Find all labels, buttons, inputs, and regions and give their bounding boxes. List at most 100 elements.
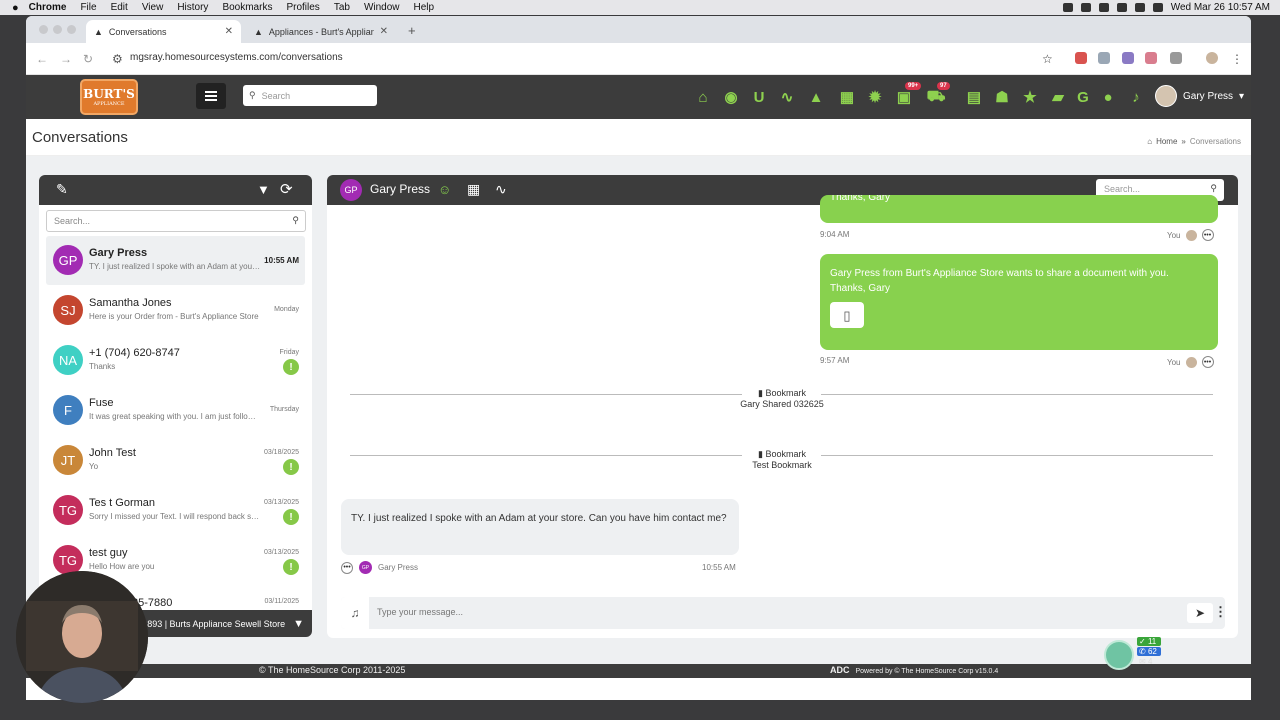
forward-icon[interactable]: → [60, 52, 72, 66]
google-icon[interactable]: G [1074, 88, 1092, 106]
contact-avatar: SJ [53, 295, 83, 325]
pdf-document-icon[interactable]: ▯ [830, 302, 864, 328]
menu-help[interactable]: Help [414, 2, 435, 13]
presenter-video-bubble[interactable] [16, 571, 148, 703]
browser-window: ▲ Conversations ✕ ▲ Appliances - Burt's … [26, 16, 1251, 700]
message-options-icon[interactable]: ••• [341, 561, 353, 574]
count-completed: ✓ 11 [1137, 637, 1161, 646]
url-field[interactable]: mgsray.homesourcesystems.com/conversatio… [130, 52, 343, 63]
bookmark-marker[interactable]: ▮ Bookmark Test Bookmark [732, 449, 832, 470]
chart-line-icon[interactable]: ∿ [778, 88, 796, 106]
sender-avatar [1185, 229, 1197, 241]
magnet-icon[interactable]: U [750, 88, 768, 106]
grid-icon[interactable]: ▦ [467, 181, 480, 198]
menu-profiles[interactable]: Profiles [286, 2, 319, 13]
logo-subtext: APPLIANCE [93, 101, 125, 107]
profile-avatar[interactable] [1206, 52, 1218, 64]
back-icon[interactable]: ← [36, 52, 48, 66]
microphone-icon[interactable]: ♫ [341, 597, 369, 629]
gear-icon[interactable]: ✹ [866, 88, 884, 106]
bookmark-label: Bookmark [765, 449, 806, 459]
status-icon[interactable] [1062, 3, 1073, 12]
menu-tab[interactable]: Tab [334, 2, 350, 13]
star-icon[interactable]: ★ [1021, 88, 1039, 106]
menu-view[interactable]: View [142, 2, 164, 13]
sender-name: Gary Press [378, 563, 419, 572]
status-icon[interactable] [1080, 3, 1091, 12]
apple-icon[interactable]: ● [12, 2, 19, 14]
conversation-search-input[interactable]: Search... ⚲ [46, 210, 306, 232]
message-preview: Thanks [89, 362, 116, 371]
message-options-icon[interactable]: ••• [1201, 356, 1214, 368]
extension-icon[interactable] [1145, 52, 1157, 64]
outgoing-message: Gary Press from Burt's Appliance Store w… [820, 254, 1218, 350]
conversation-item[interactable]: F Fuse It was great speaking with you. I… [46, 386, 305, 435]
message-sender-row: You ••• [1167, 229, 1214, 241]
menu-bookmarks[interactable]: Bookmarks [222, 2, 272, 13]
status-icon[interactable] [1098, 3, 1109, 12]
burts-logo[interactable]: BURT'S APPLIANCE [80, 79, 138, 115]
message-options-icon[interactable]: ••• [1201, 229, 1214, 241]
home-icon[interactable]: ⌂ [694, 88, 712, 106]
minimize-window-button[interactable] [53, 25, 62, 34]
close-tab-icon[interactable]: ✕ [225, 26, 233, 37]
users-icon[interactable]: ☗ [993, 88, 1011, 106]
more-options-icon[interactable]: ⋮ [1214, 604, 1227, 620]
extension-icon[interactable] [1122, 52, 1134, 64]
breadcrumb-home[interactable]: Home [1156, 137, 1177, 146]
chat-icon[interactable]: ● [1099, 88, 1117, 106]
sender-avatar: GP [359, 561, 372, 574]
bell-icon[interactable]: ♪ [1127, 88, 1145, 106]
extensions-puzzle-icon[interactable] [1170, 52, 1182, 64]
conversation-item[interactable]: JT John Test Yo 03/18/2025 ! [46, 436, 305, 485]
calculator-icon[interactable]: ▦ [838, 88, 856, 106]
menu-clock[interactable]: Wed Mar 26 10:57 AM [1171, 2, 1270, 13]
graduation-cap-icon[interactable]: ▲ [807, 88, 825, 106]
zoom-window-button[interactable] [67, 25, 76, 34]
menu-app[interactable]: Chrome [29, 2, 67, 13]
powered-by-text: Powered by © The HomeSource Corp v15.0.4 [855, 668, 999, 675]
menu-file[interactable]: File [80, 2, 96, 13]
contact-info-icon[interactable]: ☺ [438, 182, 451, 197]
extension-icon[interactable] [1098, 52, 1110, 64]
activity-icon[interactable]: ∿ [495, 181, 507, 198]
conversation-item[interactable]: SJ Samantha Jones Here is your Order fro… [46, 286, 305, 335]
timer-widget-icon[interactable] [1104, 640, 1134, 670]
conversation-item[interactable]: TG Tes t Gorman Sorry I missed your Text… [46, 486, 305, 535]
contact-name[interactable]: Gary Press [370, 182, 430, 196]
close-window-button[interactable] [39, 25, 48, 34]
message-preview: Yo [89, 462, 99, 471]
conversation-item[interactable]: GP Gary Press TY. I just realized I spok… [46, 236, 305, 285]
reload-icon[interactable]: ↻ [83, 52, 93, 66]
briefcase-icon[interactable]: ▤ [965, 88, 983, 106]
folder-icon[interactable]: ▰ [1049, 88, 1067, 106]
filter-icon[interactable]: ▼ [257, 182, 270, 197]
new-tab-button[interactable]: + [408, 23, 416, 38]
user-menu[interactable]: Gary Press ▾ [1155, 85, 1244, 107]
control-center-icon[interactable] [1152, 3, 1163, 12]
refresh-icon[interactable]: ⟳ [280, 180, 293, 198]
menu-toggle-button[interactable] [196, 83, 226, 109]
send-icon[interactable]: ➤ [1187, 603, 1213, 623]
tasks-icon[interactable]: ▣ 99+ [895, 82, 922, 106]
bookmark-star-icon[interactable]: ☆ [1042, 52, 1053, 66]
search-icon[interactable] [1134, 3, 1145, 12]
conversation-item[interactable]: NA +1 (704) 620-8747 Thanks Friday ! [46, 336, 305, 385]
global-search-input[interactable]: ⚲ Search [243, 85, 377, 106]
tab-appliances[interactable]: ▲ Appliances - Burt's Appliance ✕ [246, 20, 396, 43]
wifi-icon[interactable] [1116, 3, 1127, 12]
menu-window[interactable]: Window [364, 2, 400, 13]
site-settings-icon[interactable]: ⚙ [112, 52, 123, 66]
compose-icon[interactable]: ✎ [56, 181, 68, 198]
browser-menu-icon[interactable]: ⋮ [1231, 52, 1243, 66]
message-time: 10:55 AM [264, 256, 299, 265]
tab-conversations[interactable]: ▲ Conversations ✕ [86, 20, 241, 43]
close-tab-icon[interactable]: ✕ [380, 26, 388, 37]
map-pin-icon[interactable]: ◉ [722, 88, 740, 106]
bookmark-marker[interactable]: ▮ Bookmark Gary Shared 032625 [732, 388, 832, 409]
message-input[interactable]: Type your message... [377, 607, 463, 617]
menu-history[interactable]: History [177, 2, 208, 13]
menu-edit[interactable]: Edit [111, 2, 128, 13]
cart-icon[interactable]: ⛟ 97 [927, 82, 950, 106]
extension-icon[interactable] [1075, 52, 1087, 64]
